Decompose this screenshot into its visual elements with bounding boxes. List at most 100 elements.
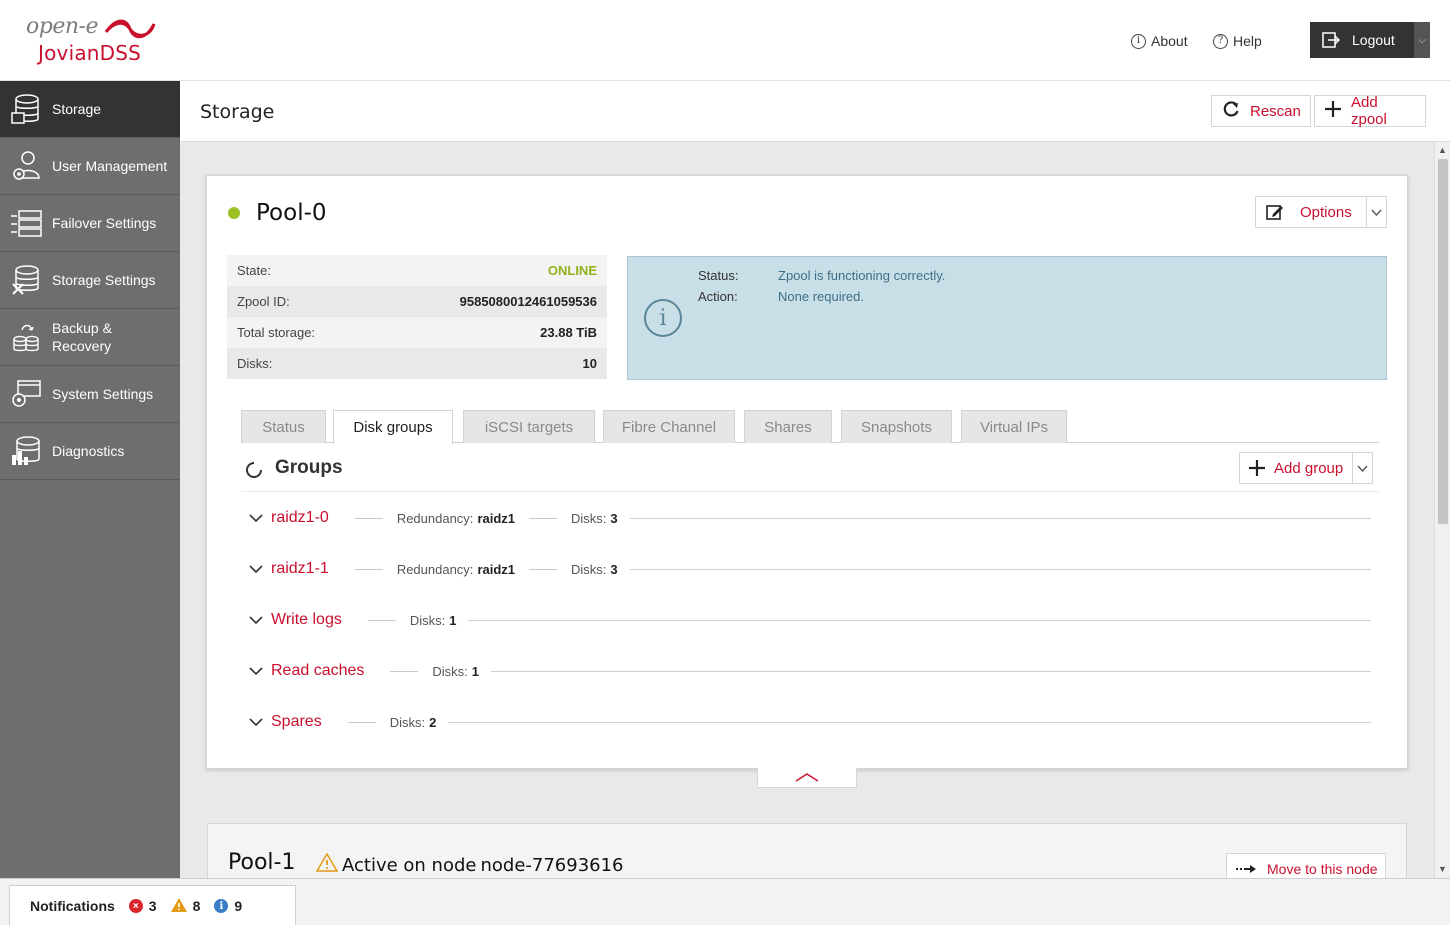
expand-chevron-icon[interactable] xyxy=(241,514,271,522)
divider-line xyxy=(629,568,1371,570)
refresh-icon xyxy=(1222,100,1240,122)
expand-chevron-icon[interactable] xyxy=(241,718,271,726)
group-name[interactable]: Read caches xyxy=(271,662,364,680)
rescan-label: Rescan xyxy=(1250,102,1301,120)
prop-label: Disks: xyxy=(237,356,273,371)
divider-line xyxy=(629,517,1371,519)
prop-label: Total storage: xyxy=(237,325,316,340)
content-area: Pool-0 Options State: ONLINE Zpool ID: 9… xyxy=(180,142,1434,878)
logout-button[interactable]: Logout ⌵ xyxy=(1310,22,1430,58)
move-to-node-button[interactable]: Move to this node xyxy=(1226,853,1386,878)
prop-row-total-storage: Total storage: 23.88 TiB xyxy=(227,317,607,348)
info-icon: i xyxy=(214,899,229,913)
brand-logo[interactable]: open-e JovianDSS xyxy=(24,12,164,68)
prop-row-state: State: ONLINE xyxy=(227,255,607,286)
notifications-bar: Notifications × 3 8 i 9 xyxy=(0,878,1450,925)
tab-virtual-ips[interactable]: Virtual IPs xyxy=(961,410,1067,443)
prop-label: State: xyxy=(237,263,271,278)
group-name[interactable]: Spares xyxy=(271,713,322,731)
pool-active-node-notice: Active on node node-77693616 xyxy=(315,852,624,877)
scroll-down-icon[interactable]: ▼ xyxy=(1438,864,1447,874)
add-group-button[interactable]: Add group xyxy=(1239,452,1373,484)
divider xyxy=(367,619,396,621)
pool-status-dot xyxy=(228,207,240,219)
prop-value: 10 xyxy=(582,356,597,371)
chevron-up-icon xyxy=(795,769,819,787)
status-info-box: i Status: Zpool is functioning correctly… xyxy=(627,256,1387,380)
sidebar-item-label-line1: Backup & xyxy=(52,320,112,336)
tab-iscsi-targets[interactable]: iSCSI targets xyxy=(463,410,595,443)
warning-icon xyxy=(315,852,339,877)
sidebar-item-storage[interactable]: Storage xyxy=(0,81,180,138)
error-icon: × xyxy=(128,899,143,913)
divider xyxy=(529,568,558,570)
sidebar-item-label: Failover Settings xyxy=(52,215,157,231)
loading-spinner-icon xyxy=(245,461,263,484)
options-button[interactable]: Options xyxy=(1255,196,1387,228)
redundancy-label: Redundancy: xyxy=(396,510,474,526)
failover-icon xyxy=(0,208,52,238)
disks-value: 1 xyxy=(449,612,457,628)
scrollbar-thumb[interactable] xyxy=(1438,159,1448,524)
sidebar: Storage User Management Failover Setting… xyxy=(0,81,180,878)
notifications-tab[interactable]: Notifications × 3 8 i 9 xyxy=(9,885,296,925)
node-name: node-77693616 xyxy=(480,854,624,876)
action-value: None required. xyxy=(778,289,864,304)
brand-swoosh-icon xyxy=(104,19,156,39)
group-name[interactable]: raidz1-0 xyxy=(271,509,329,527)
brand-top-text: open-e xyxy=(26,14,98,39)
tab-fibre-channel[interactable]: Fibre Channel xyxy=(603,410,735,443)
chevron-down-icon[interactable] xyxy=(1352,453,1372,483)
sidebar-item-storage-settings[interactable]: Storage Settings xyxy=(0,252,180,309)
tab-shares[interactable]: Shares xyxy=(744,410,832,443)
status-value: Zpool is functioning correctly. xyxy=(778,268,946,283)
scroll-up-icon[interactable]: ▲ xyxy=(1438,145,1447,155)
action-label: Action: xyxy=(698,289,738,304)
about-link[interactable]: i About xyxy=(1131,33,1188,49)
redundancy-label: Redundancy: xyxy=(396,561,474,577)
expand-chevron-icon[interactable] xyxy=(241,565,271,573)
pool-properties: State: ONLINE Zpool ID: 9585080012461059… xyxy=(227,255,607,379)
redundancy-value: raidz1 xyxy=(477,510,516,526)
info-count[interactable]: i 9 xyxy=(214,898,242,914)
expand-chevron-icon[interactable] xyxy=(241,616,271,624)
tab-disk-groups[interactable]: Disk groups xyxy=(333,410,453,444)
tab-status[interactable]: Status xyxy=(241,410,326,443)
info-count-value: 9 xyxy=(234,898,243,914)
warning-count-value: 8 xyxy=(192,898,201,914)
collapse-pool-toggle[interactable] xyxy=(757,768,857,788)
warning-icon xyxy=(170,897,187,915)
storage-icon xyxy=(0,93,52,125)
group-row-raidz1-1: raidz1-1 Redundancy: raidz1 Disks: 3 xyxy=(241,557,1371,581)
question-icon: ? xyxy=(1213,33,1228,49)
sidebar-item-backup-recovery[interactable]: Backup & Recovery xyxy=(0,309,180,366)
group-name[interactable]: Write logs xyxy=(271,611,342,629)
info-icon: i xyxy=(644,299,682,337)
prop-row-disks: Disks: 10 xyxy=(227,348,607,379)
chevron-down-icon[interactable] xyxy=(1366,197,1386,227)
move-label: Move to this node xyxy=(1267,861,1378,877)
sidebar-item-system-settings[interactable]: System Settings xyxy=(0,366,180,423)
page-title: Storage xyxy=(200,101,275,123)
sidebar-item-user-management[interactable]: User Management xyxy=(0,138,180,195)
error-count[interactable]: × 3 xyxy=(128,898,157,914)
sidebar-item-label-line2: Recovery xyxy=(52,338,112,354)
help-link[interactable]: ? Help xyxy=(1213,33,1262,49)
chevron-down-icon[interactable]: ⌵ xyxy=(1414,22,1430,58)
status-label: Status: xyxy=(698,268,739,283)
expand-chevron-icon[interactable] xyxy=(241,667,271,675)
active-on-label: Active on node xyxy=(342,854,477,876)
add-zpool-button[interactable]: Add zpool xyxy=(1314,94,1426,128)
prop-label: Zpool ID: xyxy=(237,294,290,309)
rescan-button[interactable]: Rescan xyxy=(1211,95,1311,127)
diagnostics-icon xyxy=(0,435,52,467)
brand-bottom-text: JovianDSS xyxy=(38,41,142,65)
warning-count[interactable]: 8 xyxy=(170,897,201,915)
content-scrollbar[interactable]: ▲ ▼ xyxy=(1434,142,1450,878)
sidebar-item-diagnostics[interactable]: Diagnostics xyxy=(0,423,180,480)
tab-snapshots[interactable]: Snapshots xyxy=(841,410,952,443)
group-name[interactable]: raidz1-1 xyxy=(271,560,329,578)
sidebar-item-failover-settings[interactable]: Failover Settings xyxy=(0,195,180,252)
divider-line xyxy=(448,721,1371,723)
divider-line xyxy=(468,619,1371,621)
